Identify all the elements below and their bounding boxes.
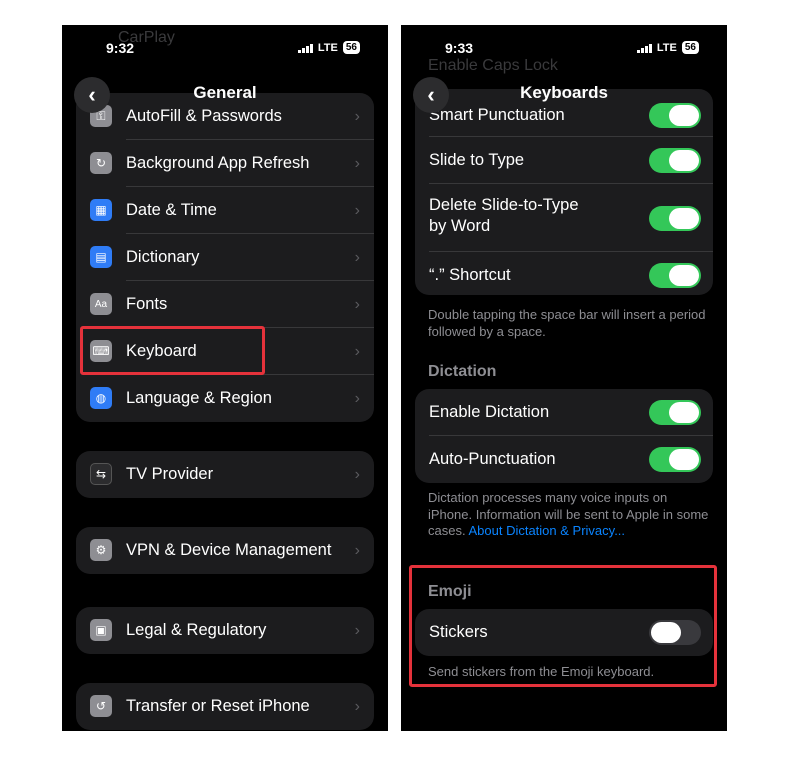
refresh-icon: ↻: [90, 152, 112, 174]
nav-bar: ‹ Keyboards: [401, 77, 727, 113]
page-title: Keyboards: [520, 83, 608, 102]
calendar-icon: ▦: [90, 199, 112, 221]
page-title: General: [193, 83, 257, 102]
row-label: Enable Dictation: [429, 403, 550, 421]
chevron-right-icon: ›: [354, 107, 360, 125]
chevron-right-icon: ›: [354, 541, 360, 559]
settings-row-tv-provider[interactable]: ⇆ TV Provider ›: [76, 451, 374, 498]
battery-icon: 56: [681, 41, 699, 54]
period-shortcut-toggle[interactable]: [649, 263, 701, 288]
status-time: 9:32: [106, 40, 135, 56]
settings-row-vpn[interactable]: ⚙ VPN & Device Management ›: [76, 527, 374, 574]
row-label: Legal & Regulatory: [126, 621, 267, 639]
tv-provider-group: ⇆ TV Provider ›: [76, 451, 374, 498]
row-label: Transfer or Reset iPhone: [126, 697, 310, 715]
status-bar: 9:32 LTE 56: [62, 39, 388, 57]
settings-row-date-time[interactable]: ▦ Date & Time ›: [76, 187, 374, 234]
settings-row-legal[interactable]: ▣ Legal & Regulatory ›: [76, 607, 374, 654]
row-label: VPN & Device Management: [126, 541, 332, 559]
row-label: “.” Shortcut: [429, 266, 511, 284]
dictation-footnote: Dictation processes many voice inputs on…: [428, 490, 713, 540]
chevron-right-icon: ›: [354, 342, 360, 360]
settings-row-transfer-reset[interactable]: ↺ Transfer or Reset iPhone ›: [76, 683, 374, 730]
transfer-group: ↺ Transfer or Reset iPhone ›: [76, 683, 374, 730]
row-label: AutoFill & Passwords: [126, 107, 282, 125]
chevron-right-icon: ›: [354, 389, 360, 407]
toggle-row-delete-slide-to-type: Delete Slide-to-Type by Word: [415, 184, 713, 252]
keyboard-highlight-box: [80, 326, 265, 375]
shortcut-footnote: Double tapping the space bar will insert…: [428, 307, 706, 339]
chevron-right-icon: ›: [354, 295, 360, 313]
row-label: TV Provider: [126, 465, 214, 483]
status-bar: 9:33 LTE 56: [401, 39, 727, 57]
chevron-right-icon: ›: [354, 465, 360, 483]
chevron-right-icon: ›: [354, 697, 360, 715]
row-label: Date & Time: [126, 201, 217, 219]
row-label: Slide to Type: [429, 151, 525, 169]
caps-lock-ghost-label: Enable Caps Lock: [428, 57, 558, 74]
row-label: Fonts: [126, 295, 168, 313]
row-label: Background App Refresh: [126, 154, 310, 172]
gear-icon: ⚙: [90, 539, 112, 561]
network-type: LTE: [317, 41, 338, 54]
settings-row-background-refresh[interactable]: ↻ Background App Refresh ›: [76, 140, 374, 187]
signal-icon: [297, 43, 313, 53]
settings-row-language-region[interactable]: ◍ Language & Region ›: [76, 375, 374, 422]
fonts-icon: Aa: [90, 293, 112, 315]
status-time: 9:33: [445, 40, 474, 56]
toggle-row-enable-dictation: Enable Dictation: [415, 389, 713, 436]
network-type: LTE: [656, 41, 677, 54]
auto-punctuation-toggle[interactable]: [649, 447, 701, 472]
globe-icon: ◍: [90, 387, 112, 409]
keyboard-options-group: Smart Punctuation Slide to Type Delete S…: [415, 89, 713, 295]
row-label: Delete Slide-to-Type by Word: [429, 196, 579, 235]
general-settings-screen: CarPlay 9:32 LTE 56 ‹ General ⚿ AutoFill…: [62, 25, 388, 731]
toggle-row-auto-punctuation: Auto-Punctuation: [415, 436, 713, 483]
toggle-row-slide-to-type: Slide to Type: [415, 137, 713, 184]
book-icon: ▤: [90, 246, 112, 268]
enable-dictation-toggle[interactable]: [649, 400, 701, 425]
row-label: Language & Region: [126, 389, 272, 407]
chevron-right-icon: ›: [354, 248, 360, 266]
delete-slide-to-type-toggle[interactable]: [649, 206, 701, 231]
legal-group: ▣ Legal & Regulatory ›: [76, 607, 374, 654]
emoji-highlight-box: [409, 565, 717, 687]
chevron-right-icon: ›: [354, 621, 360, 639]
nav-bar: ‹ General: [62, 77, 388, 113]
chevron-right-icon: ›: [354, 201, 360, 219]
signal-icon: [636, 43, 652, 53]
document-icon: ▣: [90, 619, 112, 641]
row-label: Auto-Punctuation: [429, 450, 556, 468]
reset-icon: ↺: [90, 695, 112, 717]
about-dictation-privacy-link[interactable]: About Dictation & Privacy...: [468, 523, 625, 538]
settings-row-fonts[interactable]: Aa Fonts ›: [76, 281, 374, 328]
slide-to-type-toggle[interactable]: [649, 148, 701, 173]
vpn-group: ⚙ VPN & Device Management ›: [76, 527, 374, 574]
toggle-row-period-shortcut: “.” Shortcut: [415, 252, 713, 295]
chevron-right-icon: ›: [354, 154, 360, 172]
dictation-header: Dictation: [428, 363, 497, 380]
battery-icon: 56: [342, 41, 360, 54]
settings-row-dictionary[interactable]: ▤ Dictionary ›: [76, 234, 374, 281]
dictation-group: Enable Dictation Auto-Punctuation: [415, 389, 713, 483]
row-label: Dictionary: [126, 248, 200, 266]
tv-provider-icon: ⇆: [90, 463, 112, 485]
